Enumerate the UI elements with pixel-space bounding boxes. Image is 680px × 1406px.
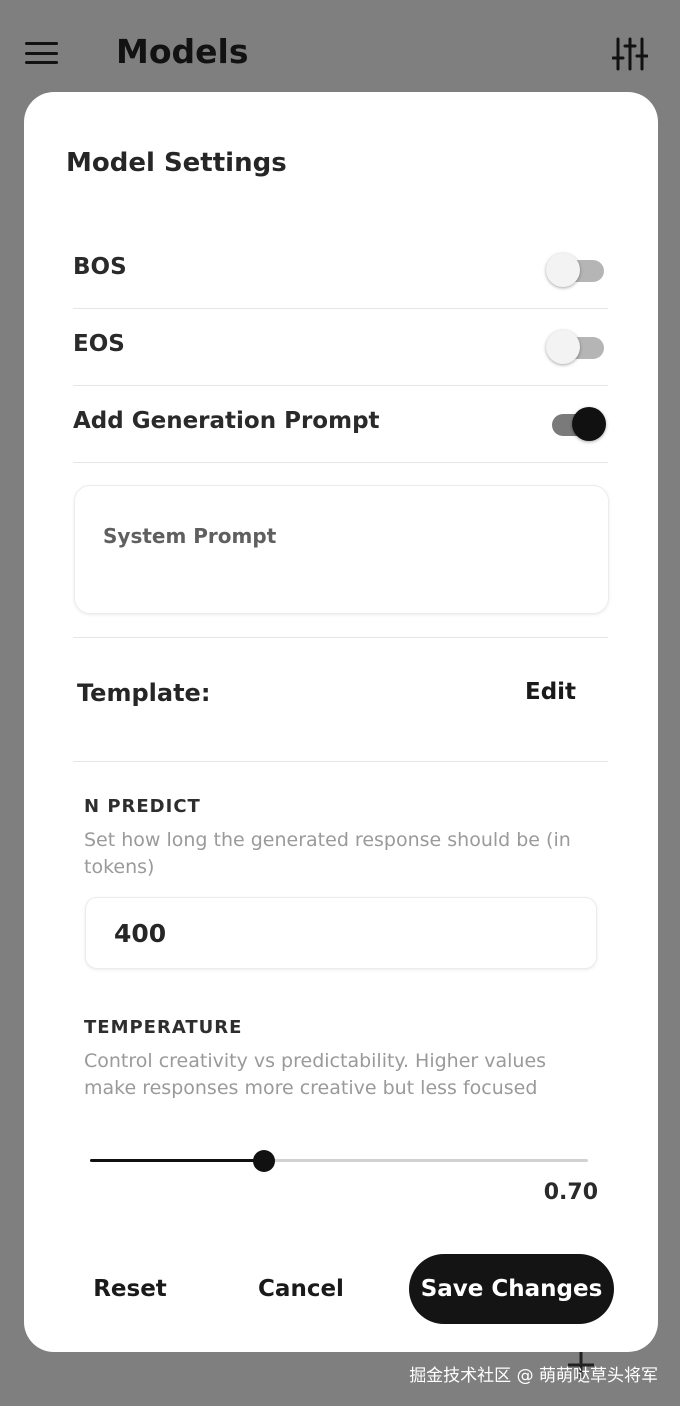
divider [73, 761, 608, 762]
toggle-row-bos: BOS [73, 232, 608, 309]
n-predict-title: N PREDICT [84, 796, 201, 817]
template-label: Template: [77, 679, 211, 707]
save-changes-button[interactable]: Save Changes [409, 1254, 614, 1324]
bos-switch[interactable] [546, 250, 608, 288]
tune-sliders-icon[interactable] [612, 36, 648, 72]
system-prompt-input[interactable]: System Prompt [74, 485, 609, 614]
hamburger-menu-icon[interactable] [25, 42, 58, 64]
n-predict-input[interactable] [85, 897, 597, 969]
toggle-label-bos: BOS [73, 254, 127, 280]
toggle-row-add-generation-prompt: Add Generation Prompt [73, 386, 608, 463]
template-edit-button[interactable]: Edit [525, 679, 576, 705]
dialog-title: Model Settings [66, 148, 287, 178]
temperature-description: Control creativity vs predictability. Hi… [84, 1050, 547, 1099]
toggle-row-eos: EOS [73, 309, 608, 386]
watermark: 掘金技术社区 @ 萌萌哒草头将军 [409, 1366, 658, 1386]
slider-thumb[interactable] [253, 1150, 276, 1172]
temperature-slider[interactable] [90, 1147, 588, 1175]
toggle-label-eos: EOS [73, 331, 125, 357]
temperature-title: TEMPERATURE [84, 1017, 243, 1038]
add-generation-prompt-switch[interactable] [548, 404, 608, 442]
app-header: Models [0, 0, 680, 100]
system-prompt-placeholder: System Prompt [103, 524, 277, 548]
reset-button[interactable]: Reset [74, 1254, 186, 1324]
eos-switch[interactable] [546, 327, 608, 365]
cancel-button[interactable]: Cancel [244, 1254, 358, 1324]
temperature-value: 0.70 [543, 1180, 598, 1205]
divider [73, 637, 608, 638]
model-settings-dialog: Model Settings BOS EOS Add Generation Pr… [24, 92, 658, 1352]
toggle-label-add-generation-prompt: Add Generation Prompt [73, 408, 380, 434]
n-predict-description: Set how long the generated response shou… [84, 829, 571, 878]
slider-fill [90, 1159, 265, 1162]
page-title: Models [116, 32, 249, 71]
